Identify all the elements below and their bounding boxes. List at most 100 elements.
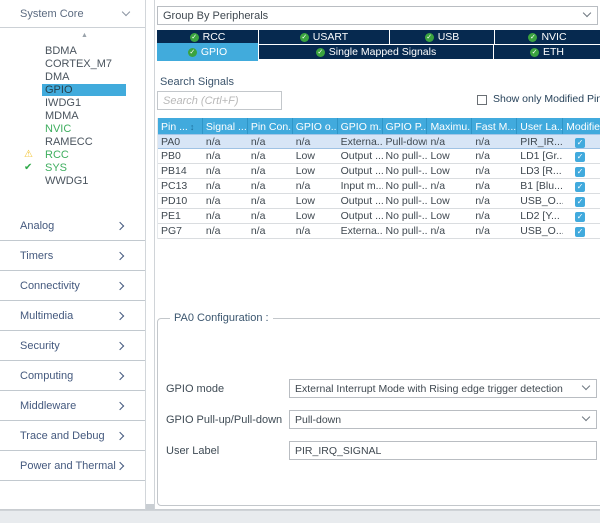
sidebar-items: BDMACORTEX_M7DMAGPIOIWDG1MDMANVICRAMECC⚠… xyxy=(0,44,145,187)
sidebar-item-label: RCC xyxy=(42,149,72,161)
cell: Low xyxy=(293,194,338,208)
sidebar-section-timers[interactable]: Timers xyxy=(0,241,145,271)
modified-checkbox[interactable]: ✓ xyxy=(575,212,585,222)
cell: n/a xyxy=(472,149,517,163)
cell: Low xyxy=(293,209,338,223)
cell: Output ... xyxy=(338,149,383,163)
column-header-modified[interactable]: Modified xyxy=(563,118,600,134)
column-header-user-la[interactable]: User La... xyxy=(517,118,563,134)
sidebar-section-trace-and-debug[interactable]: Trace and Debug xyxy=(0,421,145,451)
sidebar-section-security[interactable]: Security xyxy=(0,331,145,361)
column-header-gpio-o[interactable]: GPIO o... xyxy=(293,118,338,134)
sidebar-item-cortex-m7[interactable]: CORTEX_M7 xyxy=(0,57,145,70)
sidebar-item-iwdg1[interactable]: IWDG1 xyxy=(0,96,145,109)
chevron-right-icon xyxy=(116,221,124,229)
sidebar-item-wwdg1[interactable]: WWDG1 xyxy=(0,174,145,187)
modified-checkbox[interactable]: ✓ xyxy=(575,182,585,192)
gpio-mode-select[interactable]: External Interrupt Mode with Rising edge… xyxy=(289,379,597,398)
sidebar-section-multimedia[interactable]: Multimedia xyxy=(0,301,145,331)
show-only-modified-checkbox[interactable] xyxy=(477,95,487,105)
modified-checkbox[interactable]: ✓ xyxy=(575,227,585,237)
cell: n/a xyxy=(248,135,293,148)
chevron-right-icon xyxy=(116,401,124,409)
table-row-pb14[interactable]: PB14n/an/aLowOutput ...No pull-...Lown/a… xyxy=(158,164,600,179)
column-header-gpio-p[interactable]: GPIO P... xyxy=(383,118,428,134)
table-row-pd10[interactable]: PD10n/an/aLowOutput ...No pull-...Lown/a… xyxy=(158,194,600,209)
column-header-pin-[interactable]: Pin ...↕ xyxy=(158,118,203,134)
column-header-label: Pin ... xyxy=(161,121,188,133)
user-label-row: User Label xyxy=(166,441,600,460)
table-row-pb0[interactable]: PB0n/an/aLowOutput ...No pull-...Lown/aL… xyxy=(158,149,600,164)
table-row-pe1[interactable]: PE1n/an/aLowOutput ...No pull-...Lown/aL… xyxy=(158,209,600,224)
tab-eth[interactable]: ✓ETH xyxy=(494,45,600,59)
sidebar-item-ramecc[interactable]: RAMECC xyxy=(0,135,145,148)
cell: n/a xyxy=(427,224,472,238)
column-header-signal-[interactable]: Signal ... xyxy=(203,118,248,134)
sidebar-section-label: Timers xyxy=(20,250,53,262)
scroll-up-icon[interactable]: ▲ xyxy=(0,28,145,44)
table-row-pc13[interactable]: PC13n/an/an/aInput m...No pull-...n/an/a… xyxy=(158,179,600,194)
column-header-label: GPIO P... xyxy=(386,121,428,133)
group-by-value: Group By Peripherals xyxy=(163,10,268,22)
gpio-pull-select[interactable]: Pull-down xyxy=(289,410,597,429)
sidebar-category-system-core[interactable]: System Core xyxy=(0,0,145,28)
cell: n/a xyxy=(248,179,293,193)
cell: No pull-... xyxy=(383,209,428,223)
cell: Low xyxy=(427,209,472,223)
sidebar-item-sys[interactable]: ✔SYS xyxy=(0,161,145,174)
sidebar-section-computing[interactable]: Computing xyxy=(0,361,145,391)
cell: PG7 xyxy=(158,224,203,238)
chevron-right-icon xyxy=(116,431,124,439)
sidebar-item-mdma[interactable]: MDMA xyxy=(0,109,145,122)
modified-checkbox[interactable]: ✓ xyxy=(575,197,585,207)
sidebar-item-bdma[interactable]: BDMA xyxy=(0,44,145,57)
sidebar-sections: Analog Timers ConnectivityMultimediaSecuri… xyxy=(0,211,145,481)
table-row-pa0[interactable]: PA0n/an/an/aExterna...Pull-downn/an/aPIR… xyxy=(158,134,600,149)
modified-checkbox[interactable]: ✓ xyxy=(575,167,585,177)
cell: n/a xyxy=(293,179,338,193)
user-label-label: User Label xyxy=(166,445,289,457)
cell: PD10 xyxy=(158,194,203,208)
sidebar-item-gpio[interactable]: GPIO xyxy=(0,83,145,96)
column-header-maximu[interactable]: Maximu... xyxy=(427,118,472,134)
cell-modified: ✓ xyxy=(563,179,600,193)
gpio-signals-table: Pin ...↕Signal ...Pin Con...GPIO o...GPI… xyxy=(157,118,600,239)
search-signals-label: Search Signals xyxy=(160,76,234,88)
check-icon: ✔ xyxy=(24,163,42,173)
cell: LD1 [Gr... xyxy=(517,149,563,163)
modified-checkbox[interactable]: ✓ xyxy=(575,152,585,162)
sidebar-item-label: BDMA xyxy=(42,45,80,57)
column-header-fast-m[interactable]: Fast M... xyxy=(472,118,517,134)
sidebar-section-connectivity[interactable]: Connectivity xyxy=(0,271,145,301)
column-header-label: Modified xyxy=(566,121,600,133)
sidebar-item-nvic[interactable]: NVIC xyxy=(0,122,145,135)
chevron-right-icon xyxy=(116,281,124,289)
sidebar-section-analog[interactable]: Analog xyxy=(0,211,145,241)
tab-usb[interactable]: ✓USB xyxy=(390,30,494,44)
cell: Low xyxy=(293,149,338,163)
user-label-input[interactable] xyxy=(289,441,597,460)
cell: No pull-... xyxy=(383,224,428,238)
tab-usart[interactable]: ✓USART xyxy=(259,30,389,44)
column-header-pin-con[interactable]: Pin Con... xyxy=(248,118,293,134)
sidebar-section-power-and-thermal[interactable]: Power and Thermal xyxy=(0,451,145,481)
cell-modified: ✓ xyxy=(563,164,600,178)
sidebar-item-rcc[interactable]: ⚠RCC xyxy=(0,148,145,161)
tab-rcc[interactable]: ✓RCC xyxy=(157,30,258,44)
cell: LD3 [R... xyxy=(517,164,563,178)
group-by-select[interactable]: Group By Peripherals xyxy=(157,6,598,25)
tab-gpio[interactable]: ✓GPIO xyxy=(157,43,258,61)
tab-nvic[interactable]: ✓NVIC xyxy=(495,30,600,44)
modified-checkbox[interactable]: ✓ xyxy=(575,138,585,148)
tab-label: RCC xyxy=(203,31,226,43)
column-header-gpio-m[interactable]: GPIO m... xyxy=(338,118,383,134)
table-row-pg7[interactable]: PG7n/an/an/aExterna...No pull-...n/an/aU… xyxy=(158,224,600,239)
sort-icon[interactable]: ↕ xyxy=(190,123,195,132)
cell: n/a xyxy=(472,164,517,178)
tab-single-mapped-signals[interactable]: ✓Single Mapped Signals xyxy=(259,45,493,59)
cell: n/a xyxy=(472,224,517,238)
cell: PIR_IR... xyxy=(517,135,563,148)
search-input[interactable] xyxy=(157,91,282,110)
sidebar-item-dma[interactable]: DMA xyxy=(0,70,145,83)
sidebar-section-middleware[interactable]: Middleware xyxy=(0,391,145,421)
